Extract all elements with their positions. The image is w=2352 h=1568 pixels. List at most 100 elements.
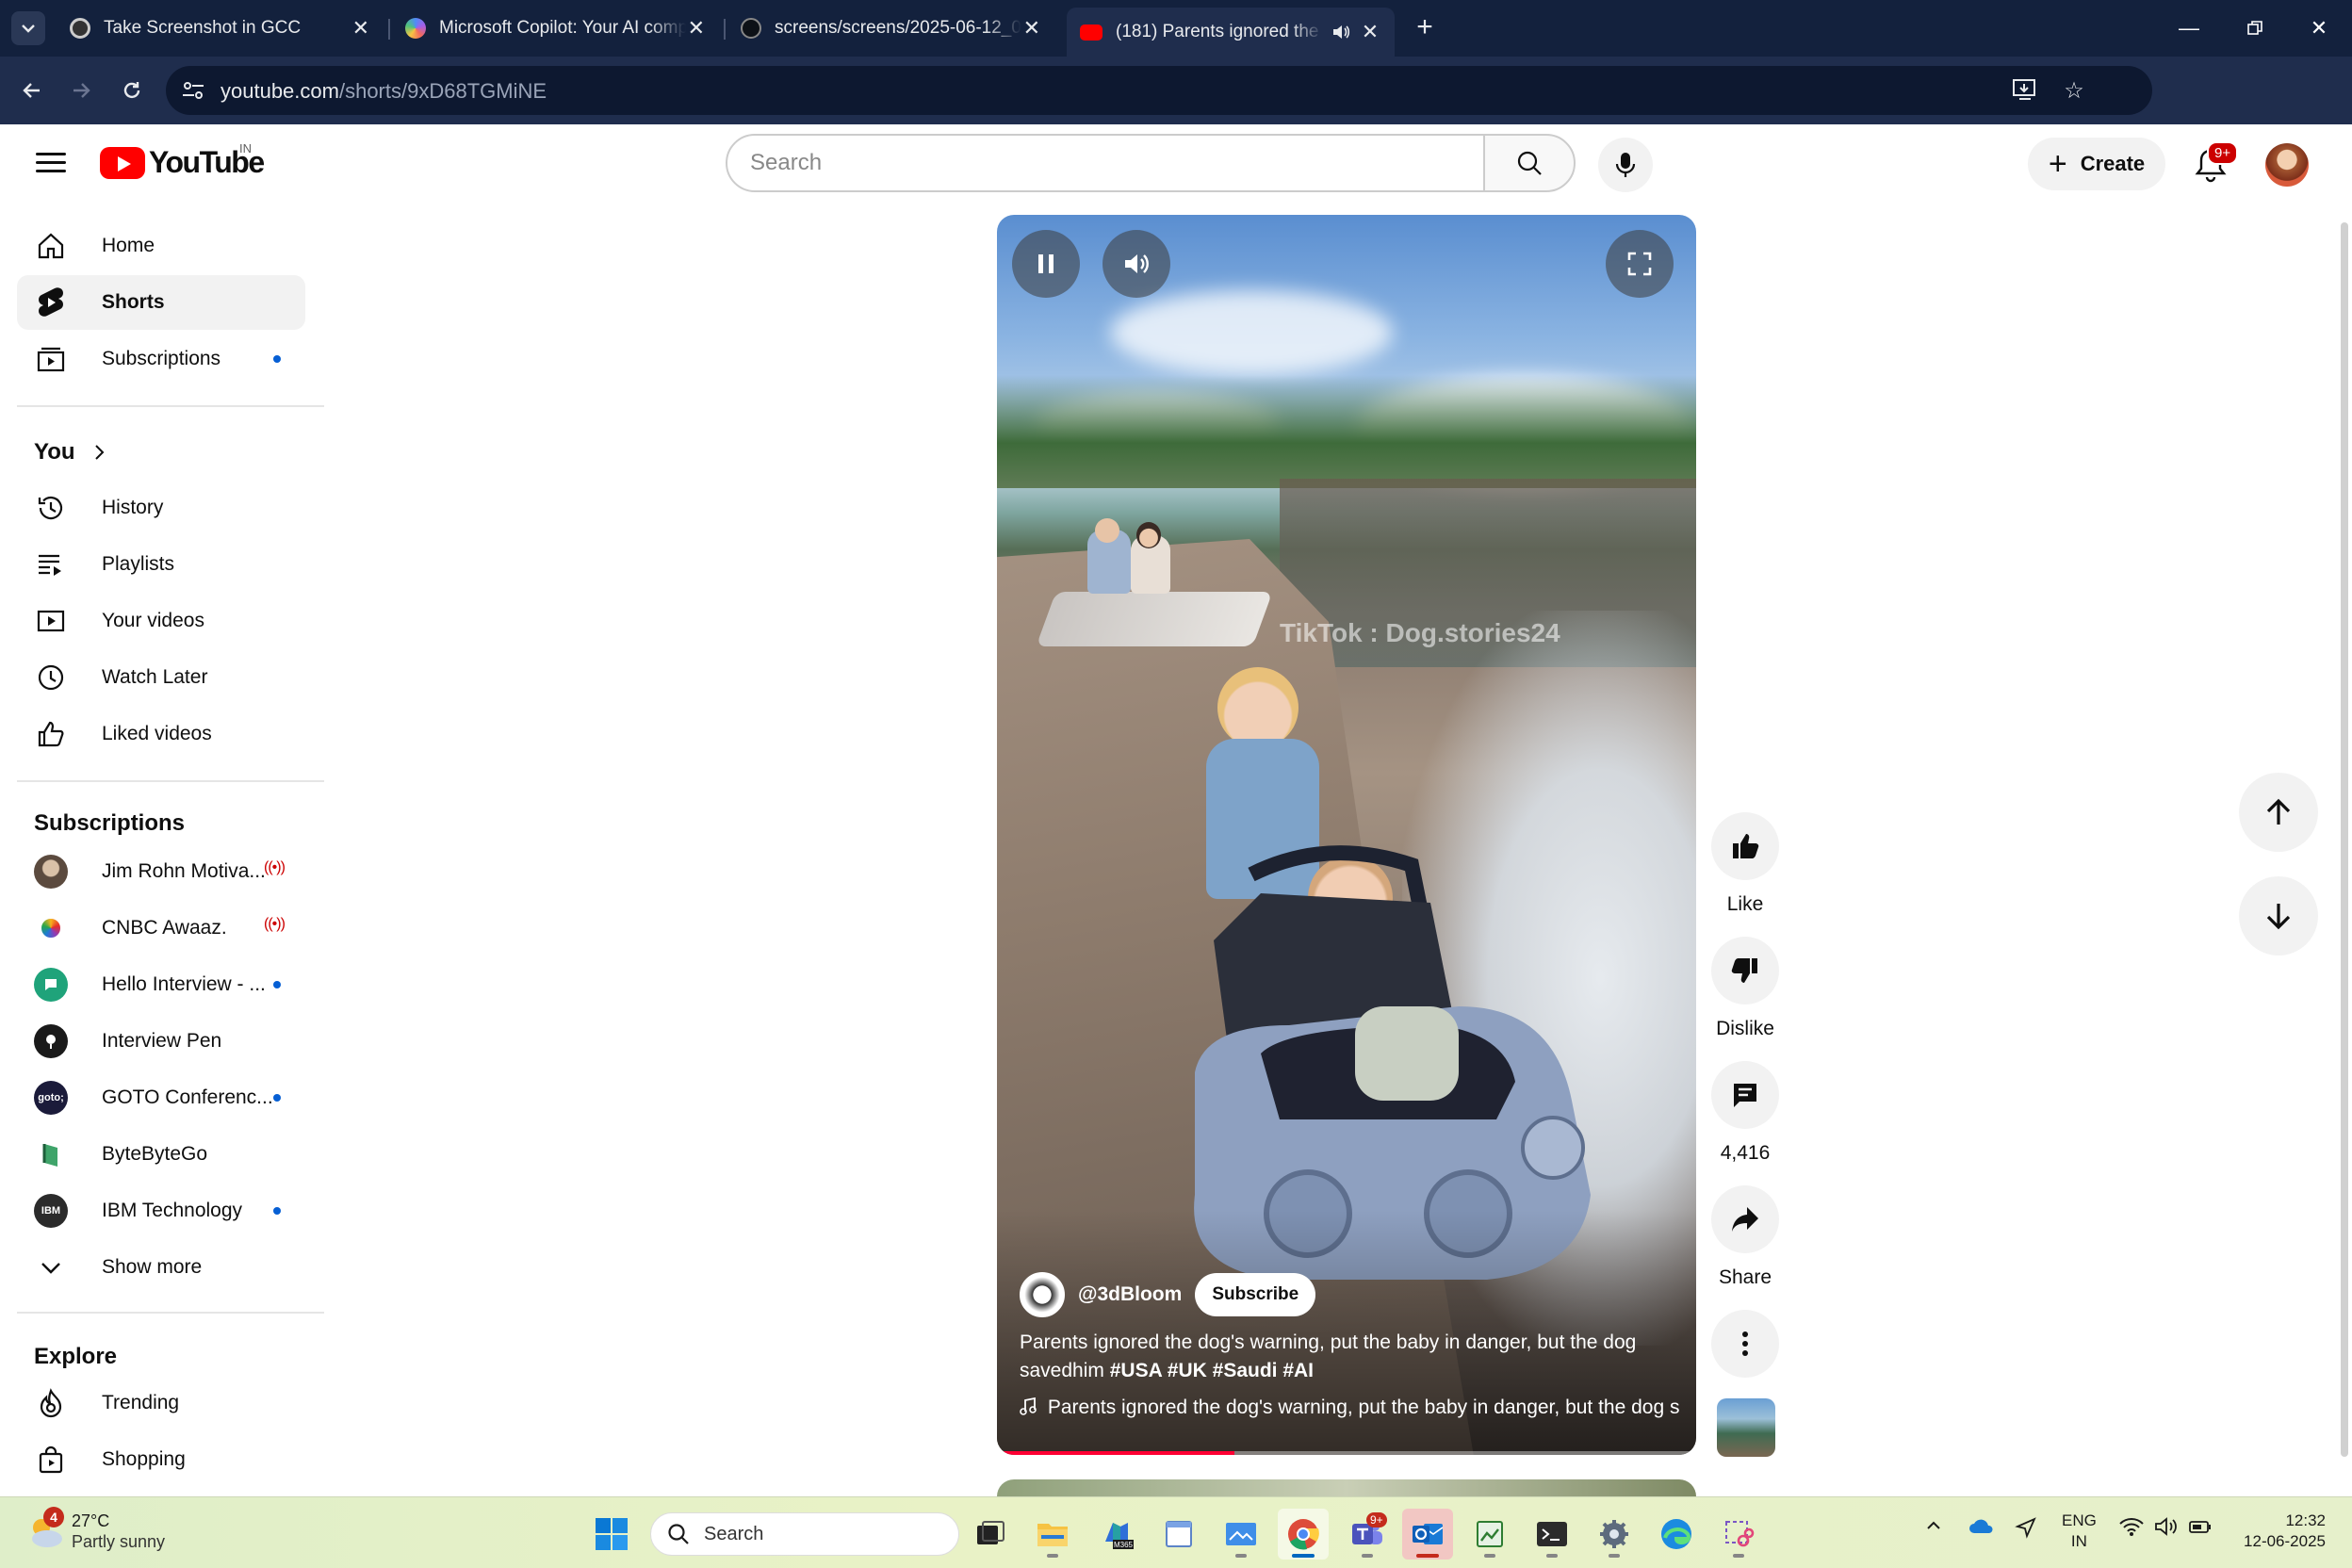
browser-tab-3[interactable]: screens/screens/2025-06-12_09 ✕ — [727, 8, 1055, 49]
browser-tab-active[interactable]: (181) Parents ignored the d ✕ — [1067, 8, 1395, 57]
url-text[interactable]: youtube.com/shorts/9xD68TGMiNE — [220, 79, 547, 104]
subscription-item-hello-interview[interactable]: Hello Interview - ... — [17, 957, 305, 1012]
close-tab-icon[interactable]: ✕ — [351, 16, 371, 41]
previous-short-button[interactable] — [2239, 773, 2318, 852]
start-button[interactable] — [586, 1509, 637, 1560]
edge-app[interactable] — [1651, 1509, 1702, 1560]
chrome-app[interactable] — [1278, 1509, 1329, 1560]
subscription-item-interview-pen[interactable]: Interview Pen — [17, 1014, 305, 1069]
battery-icon[interactable] — [2188, 1516, 2213, 1543]
system-clock[interactable]: 12:32 12-06-2025 — [2231, 1511, 2326, 1552]
whiteboard-app[interactable] — [1216, 1509, 1266, 1560]
share-action[interactable]: Share — [1711, 1185, 1779, 1289]
bookmark-star-icon[interactable]: ☆ — [2060, 77, 2088, 106]
speaker-icon[interactable] — [2154, 1516, 2179, 1543]
channel-name[interactable]: @3dBloom — [1078, 1283, 1182, 1306]
page-scrollbar[interactable] — [2341, 222, 2348, 1494]
settings-app[interactable] — [1589, 1509, 1640, 1560]
share-button[interactable] — [1711, 1185, 1779, 1253]
wifi-icon[interactable] — [2118, 1516, 2145, 1543]
comments-button[interactable] — [1711, 1061, 1779, 1129]
sidebar-item-label: CNBC Awaaz. — [102, 917, 227, 939]
close-tab-icon[interactable]: ✕ — [686, 16, 707, 41]
input-language-indicator[interactable]: ENG IN — [2062, 1511, 2097, 1552]
back-button[interactable] — [13, 72, 51, 109]
tray-overflow-chevron-icon[interactable] — [1924, 1516, 1943, 1541]
task-view-button[interactable] — [965, 1509, 1016, 1560]
sidebar-item-shopping[interactable]: Shopping — [17, 1432, 305, 1487]
sidebar-item-playlists[interactable]: Playlists — [17, 537, 305, 592]
subscription-item-cnbc-awaaz[interactable]: CNBC Awaaz. ((•)) — [17, 901, 305, 956]
volume-button[interactable] — [1102, 230, 1170, 298]
next-short-button[interactable] — [2239, 876, 2318, 956]
subscription-item-jim-rohn[interactable]: Jim Rohn Motiva... ((•)) — [17, 844, 305, 899]
sidebar-item-watch-later[interactable]: Watch Later — [17, 650, 305, 705]
account-avatar[interactable] — [2265, 143, 2309, 187]
search-input[interactable] — [726, 134, 1485, 192]
scrollbar-thumb[interactable] — [2341, 222, 2348, 1457]
sidebar-item-history[interactable]: History — [17, 481, 305, 535]
outlook-app[interactable] — [1402, 1509, 1453, 1560]
notepad-app[interactable] — [1153, 1509, 1204, 1560]
voice-search-button[interactable] — [1598, 138, 1653, 192]
subscription-item-bytebytego[interactable]: ByteByteGo — [17, 1127, 305, 1182]
teams-app[interactable]: 9+ — [1342, 1509, 1393, 1560]
subscribe-button[interactable]: Subscribe — [1195, 1273, 1316, 1316]
close-tab-icon[interactable]: ✕ — [1021, 16, 1042, 41]
hamburger-menu-icon[interactable] — [34, 147, 68, 181]
speaker-tab-icon[interactable] — [1331, 22, 1351, 42]
new-tab-button[interactable]: + — [1408, 11, 1442, 45]
pause-button[interactable] — [1012, 230, 1080, 298]
video-hashtags[interactable]: #USA #UK #Saudi #AI — [1110, 1360, 1314, 1381]
sidebar-item-liked-videos[interactable]: Liked videos — [17, 707, 305, 761]
reload-button[interactable] — [113, 72, 151, 109]
browser-tab-2[interactable]: Microsoft Copilot: Your AI comp ✕ — [392, 8, 720, 49]
forward-button[interactable] — [62, 72, 100, 109]
like-button[interactable] — [1711, 812, 1779, 880]
more-options-button[interactable] — [1711, 1310, 1779, 1378]
sidebar-item-your-videos[interactable]: Your videos — [17, 594, 305, 648]
restore-button[interactable] — [2222, 0, 2288, 57]
subscription-item-ibm-technology[interactable]: IBM IBM Technology — [17, 1184, 305, 1238]
m365-app[interactable]: M365 — [1091, 1509, 1142, 1560]
browser-tab-strip: Take Screenshot in GCC ✕ Microsoft Copil… — [0, 0, 2352, 57]
install-app-icon[interactable] — [2011, 77, 2039, 106]
location-icon[interactable] — [2015, 1516, 2037, 1544]
browser-tab-1[interactable]: Take Screenshot in GCC ✕ — [57, 8, 384, 49]
channel-avatar[interactable] — [1020, 1272, 1065, 1317]
onedrive-icon[interactable] — [1968, 1516, 1996, 1543]
taskbar-search-label: Search — [704, 1523, 764, 1544]
sidebar-item-subscriptions[interactable]: Subscriptions — [17, 332, 305, 386]
sidebar-item-trending[interactable]: Trending — [17, 1376, 305, 1430]
video-progress-bar[interactable] — [997, 1451, 1696, 1455]
dislike-action[interactable]: Dislike — [1711, 937, 1779, 1040]
snipping-tool-app[interactable] — [1713, 1509, 1764, 1560]
video-music-row[interactable]: Parents ignored the dog's warning, put t… — [1020, 1396, 1679, 1419]
video-title[interactable]: Parents ignored the dog's warning, put t… — [1020, 1329, 1660, 1385]
address-bar[interactable]: youtube.com/shorts/9xD68TGMiNE ☆ — [166, 66, 2152, 115]
dislike-button[interactable] — [1711, 937, 1779, 1004]
taskbar-search[interactable]: Search — [650, 1512, 959, 1556]
sidebar-item-shorts[interactable]: Shorts — [17, 275, 305, 330]
fullscreen-button[interactable] — [1606, 230, 1674, 298]
search-button[interactable] — [1483, 134, 1576, 192]
tab-search-button[interactable] — [11, 11, 45, 45]
sidebar-you-heading[interactable]: You — [34, 439, 109, 466]
more-options-action[interactable] — [1711, 1310, 1779, 1378]
close-window-button[interactable]: ✕ — [2286, 0, 2352, 57]
comments-action[interactable]: 4,416 — [1711, 1061, 1779, 1165]
weather-widget[interactable]: 4 27°C Partly sunny — [24, 1507, 165, 1552]
shorts-video-player[interactable]: TikTok : Dog.stories24 @3dBloom Subscrib… — [997, 215, 1696, 1455]
terminal-app[interactable] — [1527, 1509, 1577, 1560]
file-explorer-app[interactable] — [1027, 1509, 1078, 1560]
sidebar-show-more[interactable]: Show more — [17, 1240, 305, 1295]
site-info-icon[interactable] — [181, 79, 205, 102]
close-tab-icon[interactable]: ✕ — [1359, 20, 1381, 44]
create-button[interactable]: + Create — [2028, 138, 2165, 190]
minimize-button[interactable]: — — [2156, 0, 2222, 57]
sidebar-item-home[interactable]: Home — [17, 219, 305, 273]
subscription-item-goto-conferences[interactable]: goto; GOTO Conferenc... — [17, 1070, 305, 1125]
like-action[interactable]: Like — [1711, 812, 1779, 916]
sound-source-thumbnail[interactable] — [1717, 1398, 1775, 1457]
sheets-app[interactable] — [1464, 1509, 1515, 1560]
